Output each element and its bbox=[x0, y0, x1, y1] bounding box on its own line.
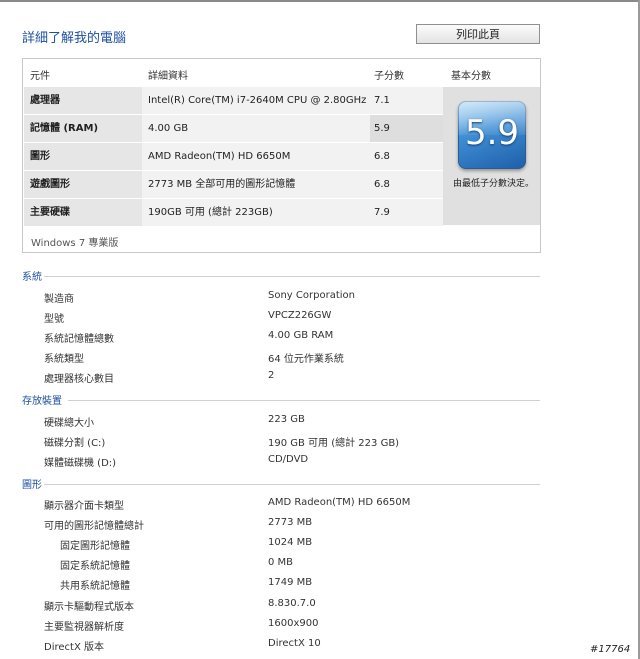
system-label-system-type: 系統類型 bbox=[44, 354, 84, 365]
system-label-core-count: 處理器核心數目 bbox=[44, 374, 114, 385]
system-label-manufacturer: 製造商 bbox=[44, 294, 74, 305]
section-divider bbox=[68, 400, 540, 401]
section-title-graphics: 圖形 bbox=[22, 480, 42, 491]
graphics-label-directx-version: DirectX 版本 bbox=[44, 642, 104, 653]
score-table: 元件 詳細資料 子分數 基本分數 處理器 Intel(R) Core(TM) i… bbox=[22, 58, 541, 253]
graphics-value-shared-memory: 1749 MB bbox=[268, 577, 313, 588]
graphics-value-directx-version: DirectX 10 bbox=[268, 638, 321, 649]
component-subscore: 5.9 bbox=[374, 123, 390, 134]
base-score-note: 由最低子分數決定。 bbox=[453, 179, 535, 189]
storage-label-media-drive: 媒體磁碟機 (D:) bbox=[44, 458, 117, 469]
window-top-border bbox=[0, 0, 640, 2]
system-value-model: VPCZ226GW bbox=[268, 310, 332, 321]
graphics-value-dedicated-system-memory: 0 MB bbox=[268, 557, 294, 568]
graphics-label-adapter-type: 顯示器介面卡類型 bbox=[44, 501, 124, 512]
section-title-storage: 存放裝置 bbox=[22, 396, 62, 407]
graphics-value-driver-version: 8.830.7.0 bbox=[268, 598, 316, 609]
print-page-button[interactable]: 列印此頁 bbox=[416, 24, 540, 44]
graphics-label-dedicated-system-memory: 固定系統記憶體 bbox=[60, 561, 130, 572]
component-details: 190GB 可用 (總計 223GB) bbox=[148, 207, 273, 218]
system-value-total-memory: 4.00 GB RAM bbox=[268, 330, 334, 341]
component-subscore: 7.1 bbox=[374, 95, 390, 106]
graphics-value-adapter-type: AMD Radeon(TM) HD 6650M bbox=[268, 497, 411, 508]
component-subscore: 6.8 bbox=[374, 151, 390, 162]
component-details: Intel(R) Core(TM) i7-2640M CPU @ 2.80GHz bbox=[148, 95, 367, 106]
graphics-value-monitor-resolution: 1600x900 bbox=[268, 618, 319, 629]
storage-label-total-size: 硬碟總大小 bbox=[44, 418, 94, 429]
windows-experience-index-badge: 5.9 bbox=[458, 101, 526, 169]
windows-edition: Windows 7 專業版 bbox=[31, 238, 119, 249]
graphics-label-monitor-resolution: 主要監視器解析度 bbox=[44, 622, 124, 633]
graphics-label-driver-version: 顯示卡驅動程式版本 bbox=[44, 602, 134, 613]
storage-value-partition-c: 190 GB 可用 (總計 223 GB) bbox=[268, 438, 400, 449]
system-value-manufacturer: Sony Corporation bbox=[268, 290, 355, 301]
section-divider bbox=[44, 484, 540, 485]
graphics-value-total-memory: 2773 MB bbox=[268, 517, 313, 528]
base-score-panel: 5.9 由最低子分數決定。 bbox=[443, 87, 540, 225]
system-label-model: 型號 bbox=[44, 314, 64, 325]
component-subscore: 7.9 bbox=[374, 207, 390, 218]
section-title-system: 系統 bbox=[22, 272, 42, 283]
score-row-graphics: 圖形 AMD Radeon(TM) HD 6650M 6.8 bbox=[24, 143, 443, 170]
component-details: AMD Radeon(TM) HD 6650M bbox=[148, 151, 291, 162]
storage-label-partition-c: 磁碟分割 (C:) bbox=[44, 438, 106, 449]
component-subscore: 6.8 bbox=[374, 179, 390, 190]
component-name: 遊戲圖形 bbox=[30, 179, 70, 190]
component-name: 記憶體 (RAM) bbox=[30, 123, 99, 134]
system-label-total-memory: 系統記憶體總數 bbox=[44, 334, 114, 345]
component-name: 圖形 bbox=[30, 151, 50, 162]
score-row-gaming-graphics: 遊戲圖形 2773 MB 全部可用的圖形記憶體 6.8 bbox=[24, 171, 443, 198]
header-component: 元件 bbox=[30, 71, 50, 82]
graphics-value-dedicated-memory: 1024 MB bbox=[268, 537, 313, 548]
storage-value-total-size: 223 GB bbox=[268, 414, 305, 425]
graphics-label-dedicated-memory: 固定圖形記憶體 bbox=[60, 541, 130, 552]
storage-value-media-drive: CD/DVD bbox=[268, 454, 309, 465]
header-details: 詳細資料 bbox=[148, 71, 188, 82]
graphics-label-total-memory: 可用的圖形記憶體總計 bbox=[44, 521, 144, 532]
graphics-label-shared-memory: 共用系統記憶體 bbox=[60, 581, 130, 592]
score-row-primary-disk: 主要硬碟 190GB 可用 (總計 223GB) 7.9 bbox=[24, 199, 443, 226]
component-details: 4.00 GB bbox=[148, 123, 189, 134]
system-value-system-type: 64 位元作業系統 bbox=[268, 354, 344, 365]
header-subscore: 子分數 bbox=[374, 71, 404, 82]
system-value-core-count: 2 bbox=[268, 370, 275, 381]
page-title: 詳細了解我的電腦 bbox=[22, 31, 127, 46]
score-row-processor: 處理器 Intel(R) Core(TM) i7-2640M CPU @ 2.8… bbox=[24, 87, 443, 114]
component-details: 2773 MB 全部可用的圖形記憶體 bbox=[148, 179, 296, 190]
score-row-memory: 記憶體 (RAM) 4.00 GB 5.9 bbox=[24, 115, 443, 142]
base-score-value: 5.9 bbox=[464, 113, 520, 153]
component-name: 主要硬碟 bbox=[30, 207, 70, 218]
watermark-id: #17764 bbox=[590, 644, 631, 655]
header-base-score: 基本分數 bbox=[451, 71, 491, 82]
component-name: 處理器 bbox=[30, 95, 60, 106]
section-divider bbox=[44, 276, 540, 277]
